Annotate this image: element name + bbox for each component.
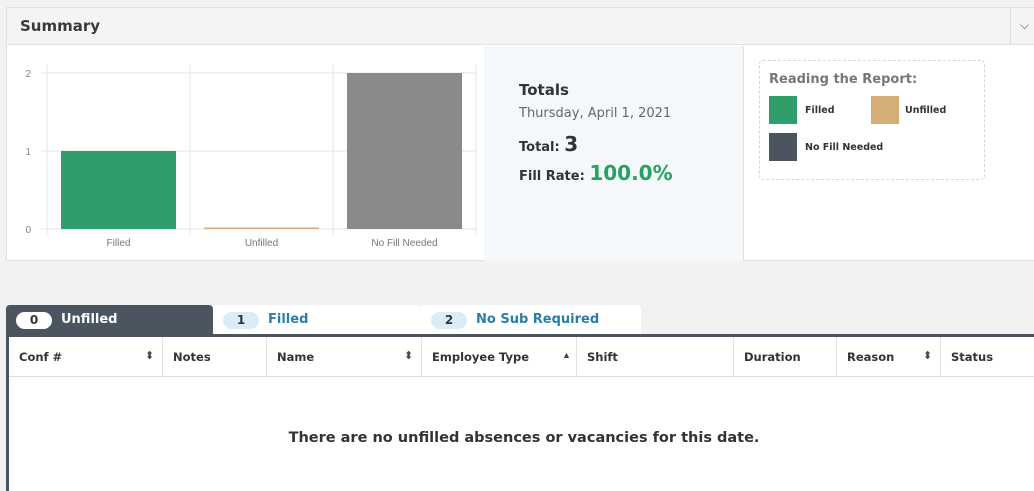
x-tick-label: No Fill Needed [371, 238, 437, 249]
legend-label-unfilled: Unfilled [905, 105, 947, 116]
column-header-reason[interactable]: Reason ⬍ [837, 337, 941, 377]
legend-swatch-unfilled [871, 96, 899, 124]
column-label: Shift [587, 350, 618, 364]
tab-filled[interactable]: 1 Filled [213, 305, 421, 336]
fill-rate-value: 100.0% [589, 161, 673, 185]
empty-state-message: There are no unfilled absences or vacanc… [288, 430, 760, 446]
chart-svg: 0 1 2 Filled Unfilled No Fill Needed [25, 65, 477, 249]
y-tick-label: 2 [25, 69, 31, 80]
sort-icon[interactable]: ⬍ [404, 349, 413, 362]
y-tick-label: 0 [25, 225, 31, 236]
bar-unfilled [204, 227, 319, 229]
column-header-status[interactable]: Status [941, 337, 1034, 377]
summary-title: Summary [20, 17, 101, 35]
legend-swatch-filled [769, 96, 797, 124]
column-label: Notes [173, 350, 211, 364]
legend-box: Reading the Report: Filled Unfilled No F… [759, 60, 985, 180]
summary-header[interactable]: Summary ⌵ [7, 8, 1034, 45]
tab-count-badge: 2 [431, 312, 467, 329]
column-label: Status [951, 350, 994, 364]
totals-date: Thursday, April 1, 2021 [519, 106, 672, 121]
sort-asc-icon[interactable]: ▲ [562, 350, 571, 360]
tab-no-sub-required[interactable]: 2 No Sub Required [421, 305, 641, 336]
y-tick-label: 1 [25, 147, 31, 158]
legend-swatch-no-fill [769, 133, 797, 161]
fill-rate-line: Fill Rate: 100.0% [519, 161, 673, 185]
tab-label: Filled [268, 312, 309, 327]
total-value: 3 [564, 132, 579, 156]
column-label: Employee Type [432, 350, 530, 364]
totals-box: Totals Thursday, April 1, 2021 Total: 3 … [484, 46, 744, 261]
column-label: Name [277, 350, 315, 364]
tab-unfilled[interactable]: 0 Unfilled [6, 305, 213, 336]
column-header-employee-type[interactable]: Employee Type ▲ [422, 337, 577, 377]
column-header-duration[interactable]: Duration [734, 337, 837, 377]
legend-label-no-fill: No Fill Needed [805, 142, 884, 153]
tab-count-badge: 0 [16, 312, 52, 329]
legend-label-filled: Filled [805, 105, 835, 116]
header-divider [1010, 8, 1011, 45]
column-header-conf[interactable]: Conf # ⬍ [9, 337, 163, 377]
absences-table: Conf # ⬍ Notes Name ⬍ Employee Type ▲ Sh… [6, 334, 1034, 491]
column-header-notes[interactable]: Notes [163, 337, 267, 377]
tab-label: Unfilled [61, 312, 118, 327]
column-header-shift[interactable]: Shift [577, 337, 734, 377]
column-header-name[interactable]: Name ⬍ [267, 337, 422, 377]
bar-chart: 0 1 2 Filled Unfilled No Fill Needed [7, 46, 484, 261]
x-tick-label: Unfilled [245, 238, 278, 249]
column-label: Reason [847, 350, 895, 364]
x-tick-label: Filled [107, 238, 131, 249]
chevron-down-icon[interactable]: ⌵ [1020, 18, 1029, 33]
totals-title: Totals [519, 81, 569, 99]
column-label: Duration [744, 350, 801, 364]
bar-filled [61, 151, 176, 229]
column-label: Conf # [19, 350, 63, 364]
tab-count-badge: 1 [223, 312, 259, 329]
legend-title: Reading the Report: [769, 72, 918, 87]
bar-no-fill-needed [347, 73, 462, 229]
total-label: Total: [519, 140, 560, 155]
tab-label: No Sub Required [476, 312, 600, 327]
total-line: Total: 3 [519, 132, 578, 156]
sort-icon[interactable]: ⬍ [145, 349, 154, 362]
table-header: Conf # ⬍ Notes Name ⬍ Employee Type ▲ Sh… [9, 337, 1034, 377]
sort-icon[interactable]: ⬍ [923, 349, 932, 362]
summary-panel: Summary ⌵ 0 1 2 Filled Unfilled No Fill Neede… [6, 7, 1034, 261]
fill-rate-label: Fill Rate: [519, 169, 585, 184]
